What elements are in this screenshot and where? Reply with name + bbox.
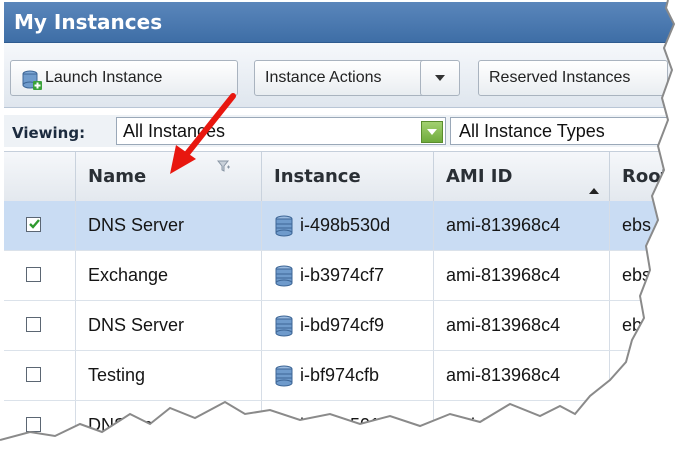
name-cell: DNS Server <box>76 401 262 450</box>
instance-cell: i-bf974cfb <box>262 351 434 400</box>
ami-id-cell: ami-813968c4 <box>434 401 610 450</box>
column-header-name[interactable]: Name <box>76 152 262 202</box>
instances-filter-value: All Instances <box>123 121 226 141</box>
instance-actions-button[interactable]: Instance Actions <box>254 60 430 96</box>
row-checkbox[interactable] <box>26 217 41 232</box>
instance-id[interactable]: i-498b530d <box>300 201 390 250</box>
instance-server-icon <box>275 265 293 287</box>
row-checkbox[interactable] <box>26 267 41 282</box>
column-filter-icon[interactable] <box>217 160 231 172</box>
dropdown-caret-icon <box>435 75 445 81</box>
filter-select-icon[interactable] <box>421 121 443 143</box>
instance-id[interactable]: i-bf974cfb <box>300 351 379 400</box>
table-row[interactable]: DNS Server i-bd974cf9 ami-813968c4 ebs <box>4 301 685 351</box>
name-cell: DNS Server <box>76 301 262 350</box>
column-header-root[interactable]: Root <box>610 152 685 202</box>
instance-id[interactable]: i-5d8b5019 <box>300 401 390 450</box>
root-cell: ebs <box>622 315 652 335</box>
ami-id-cell: ami-813968c4 <box>434 201 610 250</box>
instance-id[interactable]: i-b3974cf7 <box>300 251 384 300</box>
column-header-name-label: Name <box>88 166 147 187</box>
instance-server-icon <box>275 365 293 387</box>
row-checkbox-cell <box>4 201 76 250</box>
row-checkbox-cell <box>4 351 76 400</box>
row-checkbox[interactable] <box>26 417 41 432</box>
root-cell: ebs <box>622 265 652 285</box>
column-header-instance-label: Instance <box>274 166 361 187</box>
name-cell: DNS Server <box>76 201 262 250</box>
row-checkbox[interactable] <box>26 367 41 382</box>
instance-server-icon <box>275 215 293 237</box>
ami-id-cell: ami-813968c4 <box>434 351 610 400</box>
panel-title: My Instances <box>14 10 163 34</box>
toolbar: Launch Instance Instance Actions Reserve… <box>4 43 685 108</box>
instance-id[interactable]: i-bd974cf9 <box>300 301 384 350</box>
instance-server-icon <box>275 315 293 337</box>
grid-header: Name Instance AMI ID Root <box>4 151 685 203</box>
instance-cell: i-bd974cf9 <box>262 301 434 350</box>
column-header-root-label: Root <box>622 166 670 187</box>
launch-instance-button[interactable]: Launch Instance <box>10 60 238 96</box>
row-checkbox-cell <box>4 251 76 300</box>
table-row[interactable]: DNS Server i-5d8b5019 ami-813968c4 ebs <box>4 401 685 450</box>
root-cell: ebs <box>622 215 652 235</box>
instance-cell: i-498b530d <box>262 201 434 250</box>
row-checkbox-cell <box>4 301 76 350</box>
name-cell: Testing <box>76 351 262 400</box>
viewing-bar: Viewing: All Instances All Instance Type… <box>4 115 685 147</box>
launch-instance-label: Launch Instance <box>45 69 163 86</box>
instances-filter-select[interactable]: All Instances <box>116 117 446 145</box>
header-checkbox-column <box>4 152 76 202</box>
ami-id-cell: ami-813968c4 <box>434 251 610 300</box>
checkmark-icon <box>29 219 40 229</box>
instance-cell: i-b3974cf7 <box>262 251 434 300</box>
row-checkbox-cell <box>4 401 76 450</box>
column-header-instance[interactable]: Instance <box>262 152 434 202</box>
instances-panel: My Instances Launch Instance Instance Ac… <box>4 2 685 450</box>
instance-server-icon <box>275 415 293 437</box>
instance-actions-label: Instance Actions <box>265 69 382 86</box>
database-add-icon <box>22 70 42 90</box>
reserved-instances-button[interactable]: Reserved Instances <box>478 60 668 96</box>
viewing-label: Viewing: <box>12 124 86 142</box>
instance-cell: i-5d8b5019 <box>262 401 434 450</box>
row-checkbox[interactable] <box>26 317 41 332</box>
name-cell: Exchange <box>76 251 262 300</box>
table-row[interactable]: Exchange i-b3974cf7 ami-813968c4 ebs <box>4 251 685 301</box>
reserved-instances-label: Reserved Instances <box>489 69 631 86</box>
panel-titlebar: My Instances <box>4 2 685 43</box>
instance-types-value: All Instance Types <box>459 121 605 141</box>
root-cell: ebs <box>622 415 652 435</box>
column-header-ami-id-label: AMI ID <box>446 166 513 187</box>
sort-ascending-icon <box>589 188 599 194</box>
table-row[interactable]: DNS Server i-498b530d ami-813968c4 ebs <box>4 201 685 251</box>
column-header-ami-id[interactable]: AMI ID <box>434 152 610 202</box>
root-cell: ebs <box>622 365 652 385</box>
table-row[interactable]: Testing i-bf974cfb ami-813968c4 ebs <box>4 351 685 401</box>
instance-types-select[interactable]: All Instance Types <box>450 117 685 145</box>
instance-actions-dropdown[interactable] <box>420 60 460 96</box>
ami-id-cell: ami-813968c4 <box>434 301 610 350</box>
